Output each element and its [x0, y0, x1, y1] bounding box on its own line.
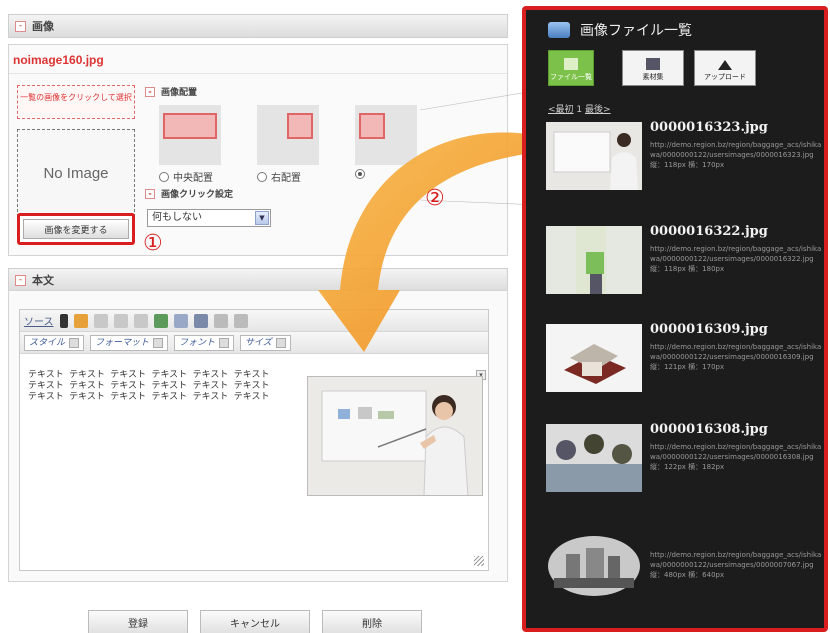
list-title-text: 画像ファイル一覧	[580, 23, 692, 39]
file-meta: http://demo.region.bz/region/baggage_acs…	[650, 343, 822, 371]
file-name[interactable]: 0000016309.jpg	[650, 322, 768, 337]
step-marker-2: ②	[425, 186, 445, 211]
list-item[interactable]: 0000016309.jpg http://demo.region.bz/reg…	[546, 322, 824, 414]
thumbnail[interactable]	[546, 532, 642, 600]
image-list-panel: 画像ファイル一覧 ファイル一覧 素材集 アップロード <最初 1 最後> 000…	[522, 6, 828, 632]
file-meta: http://demo.region.bz/region/baggage_acs…	[650, 141, 822, 169]
file-list-icon	[564, 58, 578, 70]
thumbnail[interactable]	[546, 122, 642, 190]
pager-last[interactable]: 最後>	[585, 105, 611, 115]
file-meta: http://demo.region.bz/region/baggage_acs…	[650, 443, 822, 471]
list-item[interactable]: 0000016322.jpg http://demo.region.bz/reg…	[546, 224, 824, 316]
button-label: 素材集	[642, 73, 664, 81]
upload-button[interactable]: アップロード	[694, 50, 756, 86]
pager-current: 1	[576, 105, 583, 115]
file-name[interactable]: 0000016308.jpg	[650, 422, 768, 437]
file-name[interactable]: 0000016322.jpg	[650, 224, 768, 239]
file-list-button[interactable]: ファイル一覧	[548, 50, 594, 86]
folder-icon	[548, 22, 570, 38]
thumbnail[interactable]	[546, 226, 642, 294]
button-label: ファイル一覧	[550, 73, 592, 81]
pager-first[interactable]: <最初	[548, 105, 574, 115]
thumbnail[interactable]	[546, 324, 642, 392]
list-item[interactable]: 0000016323.jpg http://demo.region.bz/reg…	[546, 120, 824, 212]
file-meta: http://demo.region.bz/region/baggage_acs…	[650, 551, 822, 579]
thumbnail[interactable]	[546, 424, 642, 492]
button-label: アップロード	[704, 73, 746, 81]
register-button[interactable]: 登録	[88, 610, 188, 633]
file-name[interactable]: 0000016323.jpg	[650, 120, 768, 135]
list-title: 画像ファイル一覧	[548, 20, 692, 40]
materials-icon	[646, 58, 660, 70]
cancel-button[interactable]: キャンセル	[200, 610, 310, 633]
pager: <最初 1 最後>	[548, 102, 611, 115]
delete-button[interactable]: 削除	[322, 610, 422, 633]
list-item[interactable]: http://demo.region.bz/region/baggage_acs…	[546, 530, 824, 622]
materials-button[interactable]: 素材集	[622, 50, 684, 86]
file-meta: http://demo.region.bz/region/baggage_acs…	[650, 245, 822, 273]
upload-arrow-icon	[718, 60, 732, 70]
list-item[interactable]: 0000016308.jpg http://demo.region.bz/reg…	[546, 422, 824, 514]
